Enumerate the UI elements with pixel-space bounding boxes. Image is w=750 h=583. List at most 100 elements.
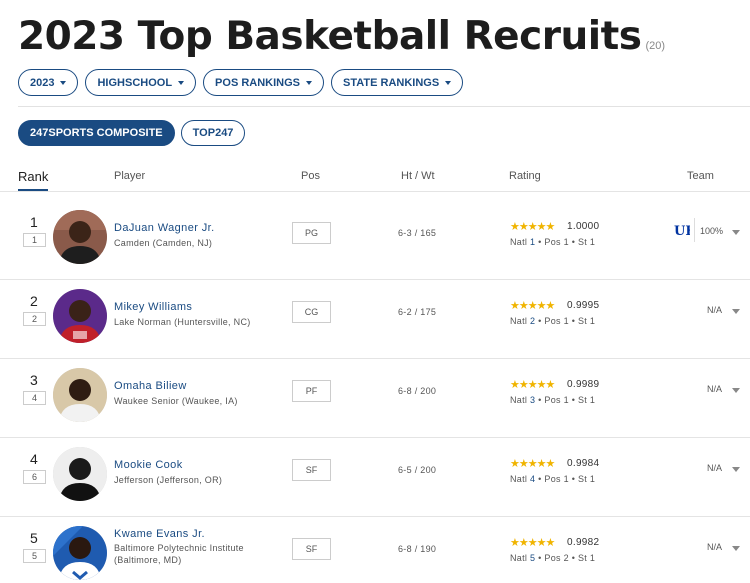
state-rankings-dropdown[interactable]: STATE RANKINGS — [331, 69, 464, 96]
expand-row-icon[interactable] — [732, 467, 740, 472]
expand-row-icon[interactable] — [732, 546, 740, 551]
expand-row-icon[interactable] — [732, 388, 740, 393]
pos-rank: Pos 2 — [544, 553, 569, 563]
level-filter-dropdown[interactable]: HIGHSCHOOL — [85, 69, 197, 96]
rank-number: 3 — [30, 372, 38, 388]
natl-rank-link[interactable]: 5 — [530, 553, 535, 563]
sub-rank-box: 1 — [23, 233, 46, 247]
table-row[interactable]: 2 2 Mikey Williams Lake Norman (Huntersv… — [0, 281, 750, 359]
natl-label: Natl — [510, 395, 528, 405]
height-weight: 6-2 / 175 — [398, 307, 437, 317]
year-filter-label: 2023 — [30, 76, 55, 89]
chevron-down-icon — [178, 80, 185, 85]
natl-label: Natl — [510, 237, 528, 247]
star-rating-icon: ★★★★★ — [510, 537, 555, 549]
rank-breakdown: Natl 1 • Pos 1 • St 1 — [510, 237, 596, 247]
page-header: 2023 Top Basketball Recruits (20) — [18, 14, 665, 59]
player-school: Camden (Camden, NJ) — [114, 238, 213, 248]
expand-row-icon[interactable] — [732, 230, 740, 235]
star-rating-icon: ★★★★★ — [510, 221, 555, 233]
star-rating-icon: ★★★★★ — [510, 300, 555, 312]
htwt-column-header: Ht / Wt — [401, 170, 435, 182]
avatar[interactable] — [53, 368, 107, 422]
player-name-link[interactable]: Omaha Biliew — [114, 380, 187, 392]
tab-top247[interactable]: TOP247 — [180, 120, 246, 146]
natl-rank-link[interactable]: 3 — [530, 395, 535, 405]
expand-row-icon[interactable] — [732, 309, 740, 314]
divider — [18, 106, 750, 107]
table-row[interactable]: 3 4 Omaha Biliew Waukee Senior (Waukee, … — [0, 360, 750, 438]
sub-rank-box: 5 — [23, 549, 46, 563]
table-header: Rank Player Pos Ht / Wt Rating Team — [0, 166, 750, 192]
page-title: 2023 Top Basketball Recruits — [18, 14, 642, 59]
rank-number: 2 — [30, 293, 38, 309]
filter-bar: 2023 HIGHSCHOOL POS RANKINGS STATE RANKI… — [18, 69, 464, 96]
star-rating-icon: ★★★★★ — [510, 379, 555, 391]
player-school: Lake Norman (Huntersville, NC) — [114, 317, 251, 327]
recruit-count: (20) — [645, 40, 666, 52]
rating-score: 0.9982 — [567, 537, 600, 548]
player-name-link[interactable]: Kwame Evans Jr. — [114, 528, 205, 540]
state-rank: St 1 — [577, 395, 596, 405]
rank-number: 1 — [30, 214, 38, 230]
natl-rank-link[interactable]: 1 — [530, 237, 535, 247]
height-weight: 6-8 / 190 — [398, 544, 437, 554]
natl-rank-link[interactable]: 4 — [530, 474, 535, 484]
rating-score: 0.9984 — [567, 458, 600, 469]
team-prediction: N/A — [707, 384, 723, 394]
year-filter-dropdown[interactable]: 2023 — [18, 69, 79, 96]
player-school: Jefferson (Jefferson, OR) — [114, 475, 223, 485]
natl-rank-link[interactable]: 2 — [530, 316, 535, 326]
sub-rank-box: 4 — [23, 391, 46, 405]
state-rank: St 1 — [577, 237, 596, 247]
avatar[interactable] — [53, 526, 107, 580]
pos-column-header: Pos — [301, 170, 320, 182]
pos-rank: Pos 1 — [544, 316, 569, 326]
player-name-link[interactable]: DaJuan Wagner Jr. — [114, 222, 215, 234]
state-rankings-label: STATE RANKINGS — [343, 76, 440, 89]
sub-rank-box: 2 — [23, 312, 46, 326]
state-rank: St 1 — [577, 474, 596, 484]
avatar[interactable] — [53, 289, 107, 343]
state-rank: St 1 — [577, 553, 596, 563]
player-name-link[interactable]: Mikey Williams — [114, 301, 192, 313]
height-weight: 6-3 / 165 — [398, 228, 437, 238]
player-column-header: Player — [114, 170, 146, 182]
team-prediction: N/A — [707, 305, 723, 315]
player-name-link[interactable]: Mookie Cook — [114, 459, 183, 471]
star-rating-icon: ★★★★★ — [510, 458, 555, 470]
avatar[interactable] — [53, 210, 107, 264]
rating-score: 1.0000 — [567, 221, 600, 232]
table-row[interactable]: 4 6 Mookie Cook Jefferson (Jefferson, OR… — [0, 439, 750, 517]
sub-rank-box: 6 — [23, 470, 46, 484]
level-filter-label: HIGHSCHOOL — [97, 76, 173, 89]
height-weight: 6-8 / 200 — [398, 386, 437, 396]
team-prediction: 100% — [700, 226, 724, 236]
height-weight: 6-5 / 200 — [398, 465, 437, 475]
rating-score: 0.9989 — [567, 379, 600, 390]
team-column-header: Team — [687, 170, 714, 182]
rank-breakdown: Natl 2 • Pos 1 • St 1 — [510, 316, 596, 326]
pos-rank: Pos 1 — [544, 395, 569, 405]
rank-number: 5 — [30, 530, 38, 546]
pos-rankings-label: POS RANKINGS — [215, 76, 301, 89]
position-badge: CG — [292, 301, 331, 323]
chevron-down-icon — [60, 80, 67, 85]
rank-breakdown: Natl 4 • Pos 1 • St 1 — [510, 474, 596, 484]
tab-247sports-composite[interactable]: 247SPORTS COMPOSITE — [18, 120, 175, 146]
position-badge: PG — [292, 222, 331, 244]
divider — [694, 218, 695, 242]
avatar[interactable] — [53, 447, 107, 501]
pos-rankings-dropdown[interactable]: POS RANKINGS — [203, 69, 325, 96]
kentucky-logo-icon[interactable]: UK — [674, 223, 690, 237]
table-row[interactable]: 1 1 DaJuan Wagner Jr. Camden (Camden, NJ… — [0, 202, 750, 280]
rank-column-header[interactable]: Rank — [18, 169, 49, 191]
player-school: Baltimore Polytechnic Institute (Baltimo… — [114, 543, 244, 565]
position-badge: SF — [292, 459, 331, 481]
rank-breakdown: Natl 3 • Pos 1 • St 1 — [510, 395, 596, 405]
state-rank: St 1 — [577, 316, 596, 326]
position-badge: SF — [292, 538, 331, 560]
pos-rank: Pos 1 — [544, 237, 569, 247]
table-row[interactable]: 5 5 Kwame Evans Jr. Baltimore Polytechni… — [0, 518, 750, 583]
rank-number: 4 — [30, 451, 38, 467]
